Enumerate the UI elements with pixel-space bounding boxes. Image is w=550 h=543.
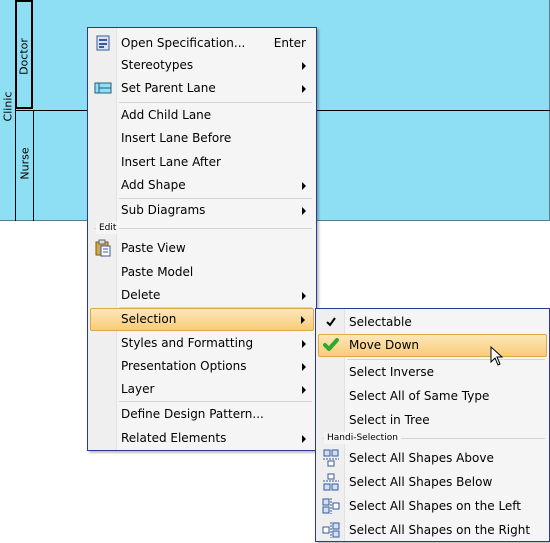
specification-icon: [94, 34, 112, 52]
submenu-arrow-icon: [302, 340, 306, 348]
menu-item-label: Insert Lane Before: [121, 131, 232, 145]
menu-item-label: Insert Lane After: [121, 155, 221, 169]
menu-item-add-child-lane[interactable]: Add Child Lane: [90, 104, 314, 126]
menu-item-insert-lane-before[interactable]: Insert Lane Before: [90, 127, 314, 149]
lane-header-doctor[interactable]: Doctor: [15, 0, 33, 109]
pool-label: Clinic: [1, 91, 15, 122]
submenu-item-select-all-of-same-type[interactable]: Select All of Same Type: [318, 385, 547, 407]
selection-submenu: Selectable Move Down Select Inverse Sele…: [315, 308, 550, 542]
menu-separator: [119, 102, 312, 103]
submenu-arrow-icon: [302, 182, 306, 190]
checkmark-icon: [322, 313, 340, 331]
menu-item-label: Sub Diagrams: [121, 203, 206, 217]
group-label: Handi-Selection: [324, 432, 401, 444]
menu-item-label: Select All Shapes on the Left: [349, 499, 522, 513]
menu-item-label: Stereotypes: [121, 58, 194, 72]
menu-item-label: Layer: [121, 382, 155, 396]
submenu-arrow-icon: [302, 435, 306, 443]
menu-item-presentation-options[interactable]: Presentation Options: [90, 355, 314, 377]
submenu-item-select-inverse[interactable]: Select Inverse: [318, 361, 547, 383]
shortcut-label: Enter: [273, 36, 306, 50]
select-right-icon: [322, 521, 340, 539]
menu-item-add-shape[interactable]: Add Shape: [90, 174, 314, 196]
submenu-item-select-all-shapes-on-the-right[interactable]: Select All Shapes on the Right: [318, 519, 547, 541]
lane-label-nurse: Nurse: [18, 147, 32, 180]
submenu-item-select-all-shapes-above[interactable]: Select All Shapes Above: [318, 447, 547, 469]
menu-item-label: Selection: [121, 312, 177, 326]
menu-item-label: Presentation Options: [121, 359, 247, 373]
pool-header[interactable]: Clinic: [0, 0, 16, 221]
lane-header-nurse[interactable]: Nurse: [16, 110, 34, 221]
menu-item-label: Open Specification...: [121, 36, 246, 50]
menu-item-label: Delete: [121, 288, 161, 302]
menu-item-define-design-pattern[interactable]: Define Design Pattern...: [90, 403, 314, 425]
lane-icon: [94, 79, 112, 97]
submenu-arrow-icon: [302, 386, 306, 394]
submenu-item-select-all-shapes-on-the-left[interactable]: Select All Shapes on the Left: [318, 495, 547, 517]
submenu-arrow-icon: [302, 292, 306, 300]
green-check-icon: [322, 336, 340, 354]
menu-item-label: Select in Tree: [349, 413, 430, 427]
submenu-item-selectable[interactable]: Selectable: [318, 311, 547, 333]
menu-item-sub-diagrams[interactable]: Sub Diagrams: [90, 199, 314, 221]
submenu-arrow-icon: [302, 207, 306, 215]
select-above-icon: [322, 449, 340, 467]
menu-item-label: Select All Shapes Below: [349, 475, 493, 489]
menu-item-label: Add Child Lane: [121, 108, 212, 122]
menu-item-label: Add Shape: [121, 178, 186, 192]
submenu-arrow-icon: [302, 62, 306, 70]
group-label: Edit: [96, 222, 120, 234]
menu-item-label: Paste Model: [121, 265, 194, 279]
submenu-arrow-icon: [302, 85, 306, 93]
menu-group-edit: Edit: [94, 222, 312, 234]
menu-item-layer[interactable]: Layer: [90, 378, 314, 400]
menu-item-related-elements[interactable]: Related Elements: [90, 427, 314, 449]
submenu-item-select-in-tree[interactable]: Select in Tree: [318, 409, 547, 431]
menu-item-label: Select Inverse: [349, 365, 435, 379]
mouse-cursor-icon: [490, 346, 504, 366]
menu-separator: [119, 401, 312, 402]
submenu-item-select-all-shapes-below[interactable]: Select All Shapes Below: [318, 471, 547, 493]
submenu-item-move-down[interactable]: Move Down: [318, 334, 547, 357]
menu-item-label: Select All of Same Type: [349, 389, 490, 403]
lane-label-doctor: Doctor: [17, 38, 31, 75]
select-below-icon: [322, 473, 340, 491]
menu-item-label: Related Elements: [121, 431, 227, 445]
menu-item-label: Set Parent Lane: [121, 81, 216, 95]
menu-item-styles-and-formatting[interactable]: Styles and Formatting: [90, 332, 314, 354]
menu-item-set-parent-lane[interactable]: Set Parent Lane: [90, 77, 314, 99]
menu-item-paste-view[interactable]: Paste View: [90, 237, 314, 259]
menu-item-insert-lane-after[interactable]: Insert Lane After: [90, 151, 314, 173]
submenu-arrow-icon: [302, 363, 306, 371]
menu-item-label: Paste View: [121, 241, 186, 255]
paste-icon: [94, 239, 112, 257]
menu-item-label: Select All Shapes on the Right: [349, 523, 531, 537]
menu-item-stereotypes[interactable]: Stereotypes: [90, 54, 314, 76]
menu-item-label: Selectable: [349, 315, 412, 329]
menu-item-label: Define Design Pattern...: [121, 407, 264, 421]
context-menu: Open Specification... Enter Stereotypes …: [87, 27, 317, 451]
menu-item-label: Styles and Formatting: [121, 336, 254, 350]
menu-item-label: Select All Shapes Above: [349, 451, 494, 465]
menu-item-selection[interactable]: Selection: [90, 308, 314, 331]
menu-separator: [347, 359, 545, 360]
select-left-icon: [322, 497, 340, 515]
submenu-arrow-icon: [301, 316, 305, 324]
menu-item-open-specification[interactable]: Open Specification... Enter: [90, 32, 314, 54]
menu-group-handi-selection: Handi-Selection: [322, 432, 545, 444]
menu-item-delete[interactable]: Delete: [90, 284, 314, 306]
menu-item-label: Move Down: [349, 338, 419, 352]
menu-item-paste-model[interactable]: Paste Model: [90, 261, 314, 283]
